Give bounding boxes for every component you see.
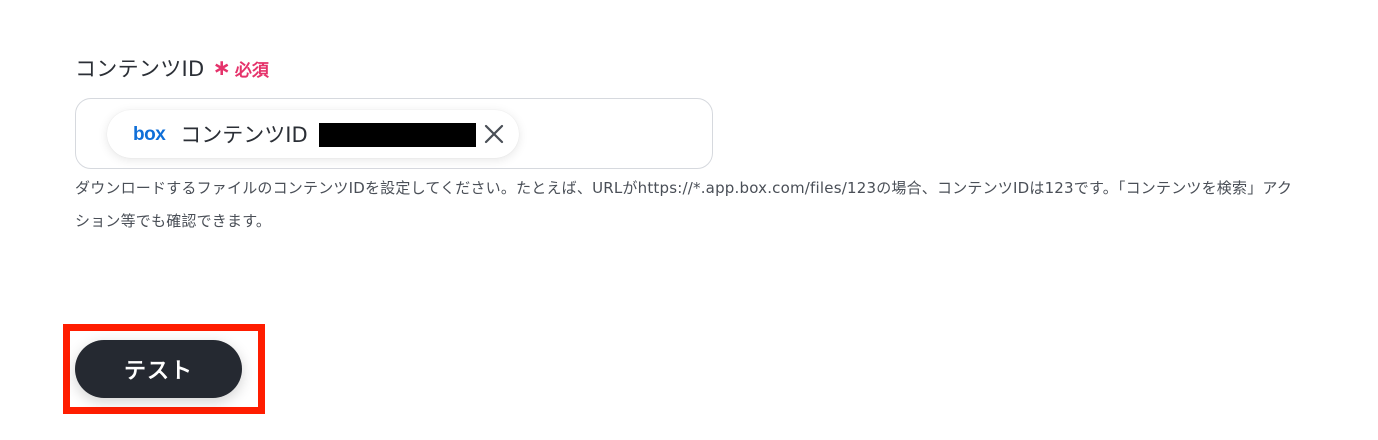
- field-help-text: ダウンロードするファイルのコンテンツIDを設定してください。たとえば、URLがh…: [75, 179, 1293, 230]
- required-badge: 必須: [234, 60, 269, 81]
- test-button[interactable]: テスト: [75, 340, 242, 398]
- redacted-value: [319, 123, 476, 147]
- required-asterisk-icon: ∗: [212, 56, 231, 81]
- token-label: コンテンツID: [180, 123, 308, 147]
- content-id-input[interactable]: box コンテンツID: [75, 98, 713, 169]
- content-id-token-chip[interactable]: box コンテンツID: [107, 110, 519, 158]
- box-logo-icon: box: [133, 123, 166, 145]
- field-label: コンテンツID ∗ 必須: [75, 53, 269, 83]
- close-icon[interactable]: [483, 123, 505, 145]
- field-label-text: コンテンツID: [75, 57, 205, 81]
